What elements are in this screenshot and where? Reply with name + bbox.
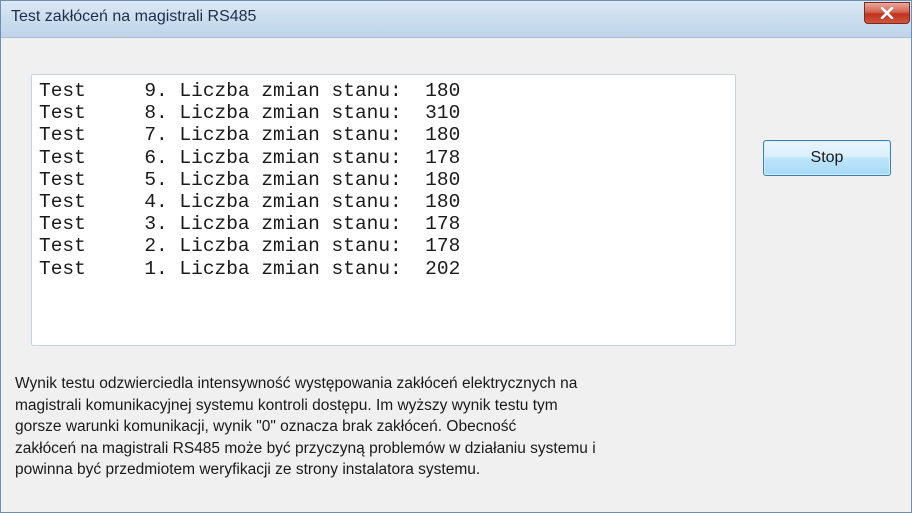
result-line: Test 5. Liczba zmian stanu: 180	[39, 168, 461, 191]
description-line: powinna być przedmiotem weryfikacji ze s…	[15, 461, 481, 478]
result-line: Test 9. Liczba zmian stanu: 180	[39, 80, 461, 102]
result-line: Test 3. Liczba zmian stanu: 178	[39, 213, 461, 236]
description-line: zakłóceń na magistrali RS485 może być pr…	[15, 439, 596, 457]
test-results-list[interactable]: Test 9. Liczba zmian stanu: 180 Test 8. …	[31, 74, 736, 346]
description-line: Wynik testu odzwierciedla intensywność w…	[15, 375, 578, 392]
result-line: Test 7. Liczba zmian stanu: 180	[39, 124, 461, 147]
title-bar[interactable]: Test zakłóceń na magistrali RS485	[1, 1, 911, 38]
result-line: Test 1. Liczba zmian stanu: 202	[39, 257, 461, 280]
dialog-window: Test zakłóceń na magistrali RS485 Test 9…	[0, 0, 912, 513]
window-title: Test zakłóceń na magistrali RS485	[11, 8, 257, 25]
result-line: Test 4. Liczba zmian stanu: 180	[39, 190, 461, 213]
test-results-lines: Test 9. Liczba zmian stanu: 180 Test 8. …	[39, 80, 460, 280]
description-line: gorsze warunki komunikacji, wynik "0" oz…	[15, 418, 517, 435]
close-icon	[880, 7, 894, 19]
close-button[interactable]	[864, 2, 910, 24]
description-text: Wynik testu odzwierciedla intensywność w…	[15, 373, 815, 481]
result-line: Test 6. Liczba zmian stanu: 178	[39, 146, 461, 169]
description-line: magistrali komunikacyjnej systemu kontro…	[15, 396, 558, 414]
result-line: Test 2. Liczba zmian stanu: 178	[39, 235, 461, 258]
result-line: Test 8. Liczba zmian stanu: 310	[39, 102, 461, 125]
stop-button[interactable]: Stop	[763, 140, 891, 176]
